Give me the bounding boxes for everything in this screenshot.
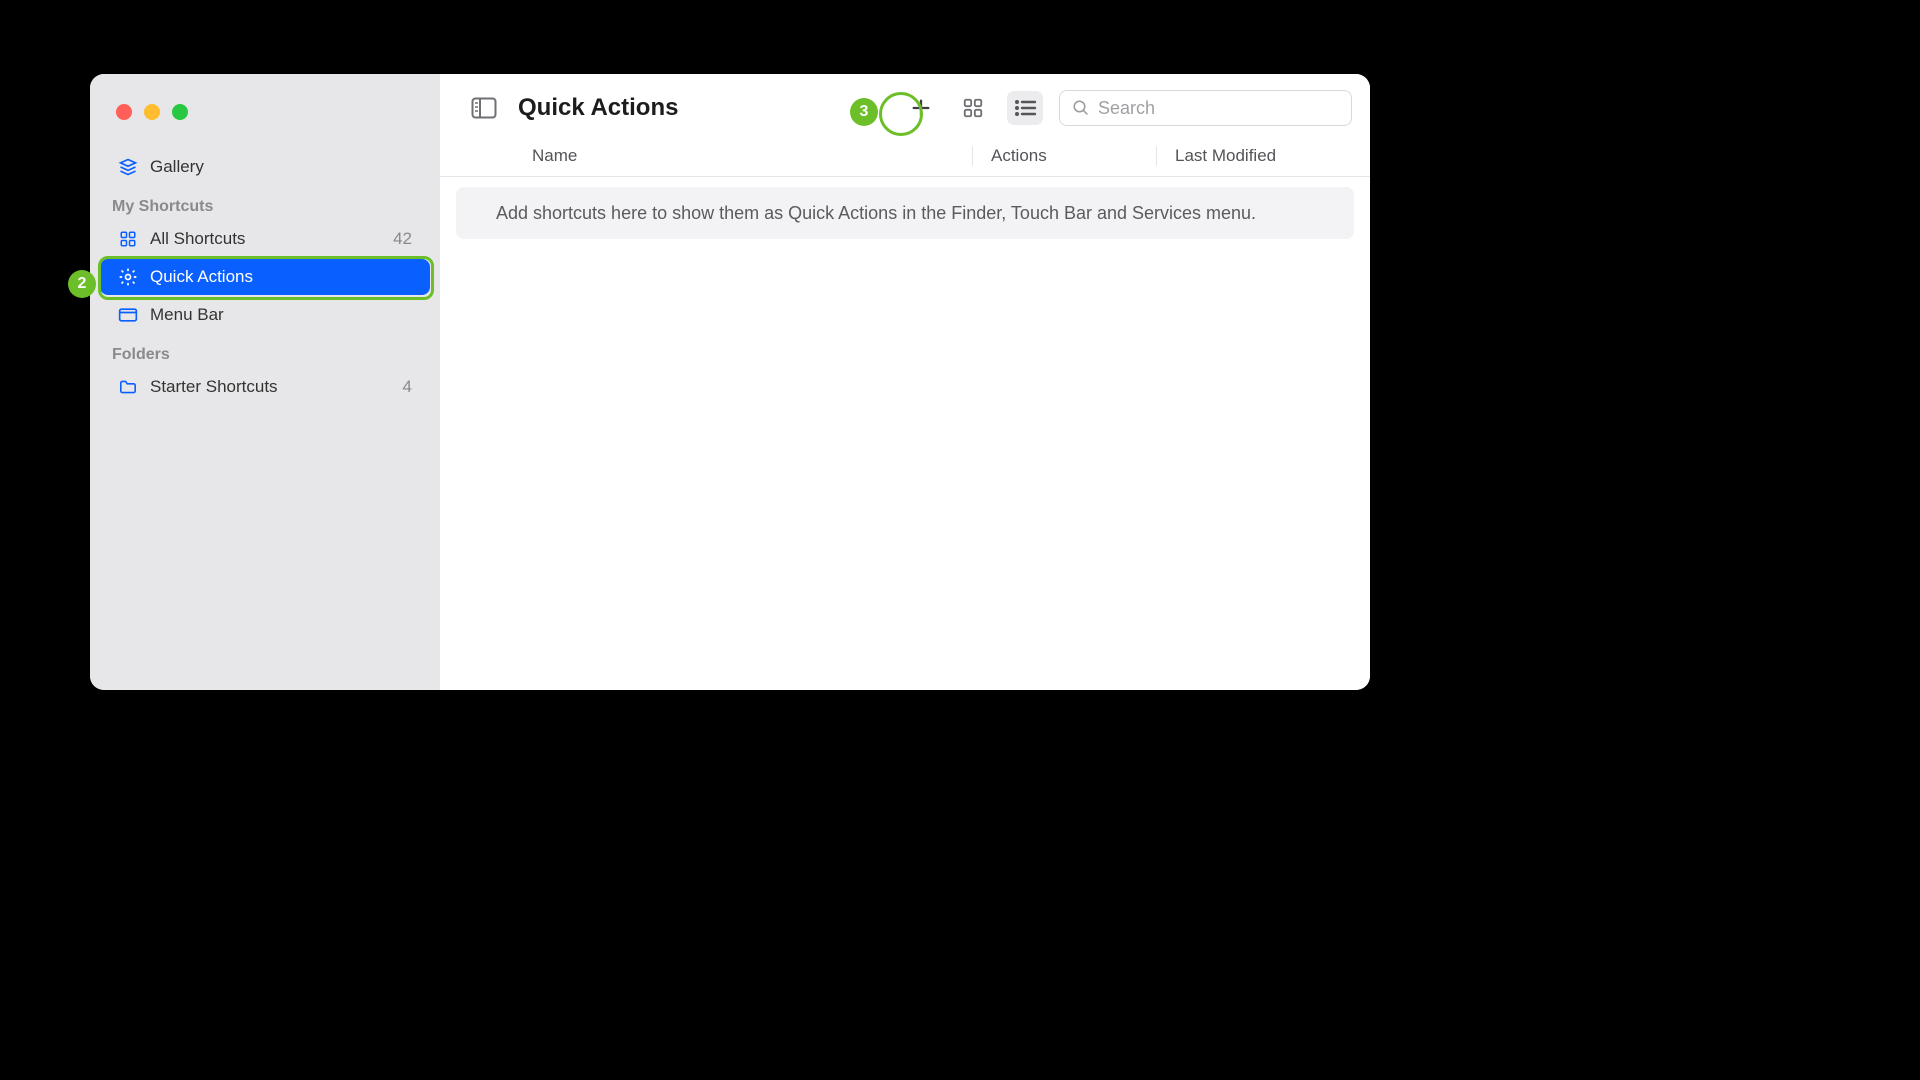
search-field[interactable] [1059, 90, 1352, 126]
column-header-name[interactable]: Name [440, 146, 972, 166]
fullscreen-window-button[interactable] [172, 104, 188, 120]
sidebar-item-count: 42 [393, 229, 412, 249]
sidebar-header-folders: Folders [90, 334, 440, 368]
sidebar-item-label: Menu Bar [150, 305, 224, 325]
annotation-ring-add [879, 92, 923, 136]
search-input[interactable] [1098, 98, 1339, 119]
sidebar: Gallery My Shortcuts All Shortcuts 42 Qu… [90, 74, 440, 690]
page-title: Quick Actions [518, 94, 678, 122]
search-icon [1072, 99, 1090, 117]
list-view-button[interactable] [1007, 91, 1043, 125]
sidebar-item-label: Gallery [150, 157, 204, 177]
window-controls [90, 94, 440, 148]
grid-icon [118, 229, 138, 249]
sidebar-item-all-shortcuts[interactable]: All Shortcuts 42 [100, 221, 430, 257]
close-window-button[interactable] [116, 104, 132, 120]
sidebar-item-quick-actions[interactable]: Quick Actions [100, 259, 430, 295]
sidebar-item-count: 4 [403, 377, 412, 397]
app-window: Gallery My Shortcuts All Shortcuts 42 Qu… [90, 74, 1370, 690]
sidebar-item-gallery[interactable]: Gallery [100, 149, 430, 185]
annotation-callout-3: 3 [850, 98, 878, 126]
minimize-window-button[interactable] [144, 104, 160, 120]
grid-view-button[interactable] [955, 91, 991, 125]
column-header-modified[interactable]: Last Modified [1156, 146, 1370, 166]
empty-state-message: Add shortcuts here to show them as Quick… [456, 187, 1354, 239]
main-pane: Quick Actions Name Actions Last Modified [440, 74, 1370, 690]
sidebar-item-label: Quick Actions [150, 267, 253, 287]
sidebar-item-starter-shortcuts[interactable]: Starter Shortcuts 4 [100, 369, 430, 405]
annotation-callout-2: 2 [68, 270, 96, 298]
table-header: Name Actions Last Modified [440, 138, 1370, 177]
sidebar-item-label: All Shortcuts [150, 229, 245, 249]
sidebar-header-my-shortcuts: My Shortcuts [90, 186, 440, 220]
gear-icon [118, 267, 138, 287]
sidebar-item-label: Starter Shortcuts [150, 377, 278, 397]
toggle-sidebar-button[interactable] [466, 91, 502, 125]
gallery-icon [118, 157, 138, 177]
column-header-actions[interactable]: Actions [972, 146, 1156, 166]
sidebar-item-menu-bar[interactable]: Menu Bar [100, 297, 430, 333]
folder-icon [118, 377, 138, 397]
menubar-icon [118, 305, 138, 325]
